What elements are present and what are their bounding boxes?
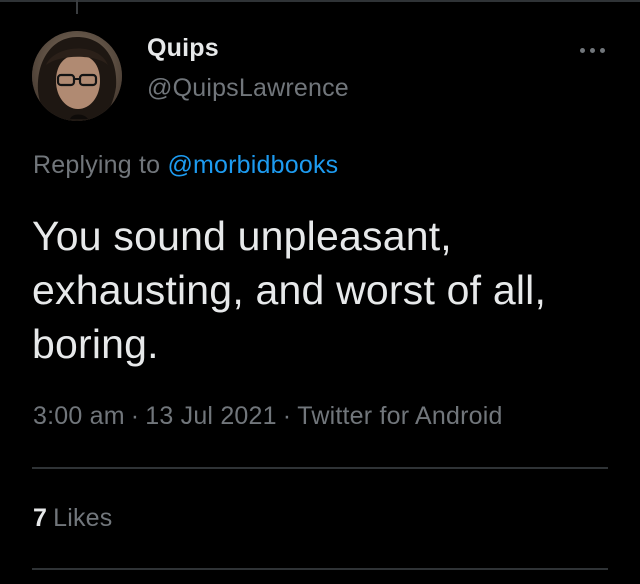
thread-connector [76,0,78,14]
likes-count: 7 [33,504,48,532]
reply-prefix: Replying to [33,151,161,179]
reply-mention-link[interactable]: @morbidbooks [167,151,338,179]
more-horizontal-icon [589,47,595,53]
more-options-button[interactable] [572,38,612,62]
meta-separator: · [130,402,140,430]
reply-context: Replying to @morbidbooks [33,151,338,180]
author-handle[interactable]: @QuipsLawrence [147,74,349,103]
tweet-text-line: boring. [32,321,159,367]
tweet-source[interactable]: Twitter for Android [297,402,502,430]
tweet-metadata: 3:00 am · 13 Jul 2021 · Twitter for Android [33,402,503,431]
more-horizontal-icon [579,47,585,53]
likes-link[interactable]: 7 Likes [33,504,112,533]
tweet-time[interactable]: 3:00 am [33,402,125,430]
tweet-text-line: exhausting, and worst of all, [32,267,547,313]
tweet-text-line: You sound unpleasant, [32,213,452,259]
stats-divider-top [32,467,608,469]
more-horizontal-icon [599,47,605,53]
tweet-date[interactable]: 13 Jul 2021 [145,402,276,430]
stats-divider-bottom [32,568,608,570]
author-display-name[interactable]: Quips [147,34,219,63]
meta-separator: · [282,402,292,430]
top-divider [0,0,640,2]
tweet-text: You sound unpleasant, exhausting, and wo… [32,209,622,371]
tweet-detail: Quips @QuipsLawrence Replying to @morbid… [0,0,640,584]
avatar-image [32,31,122,121]
avatar[interactable] [32,31,122,121]
likes-label: Likes [53,504,113,532]
